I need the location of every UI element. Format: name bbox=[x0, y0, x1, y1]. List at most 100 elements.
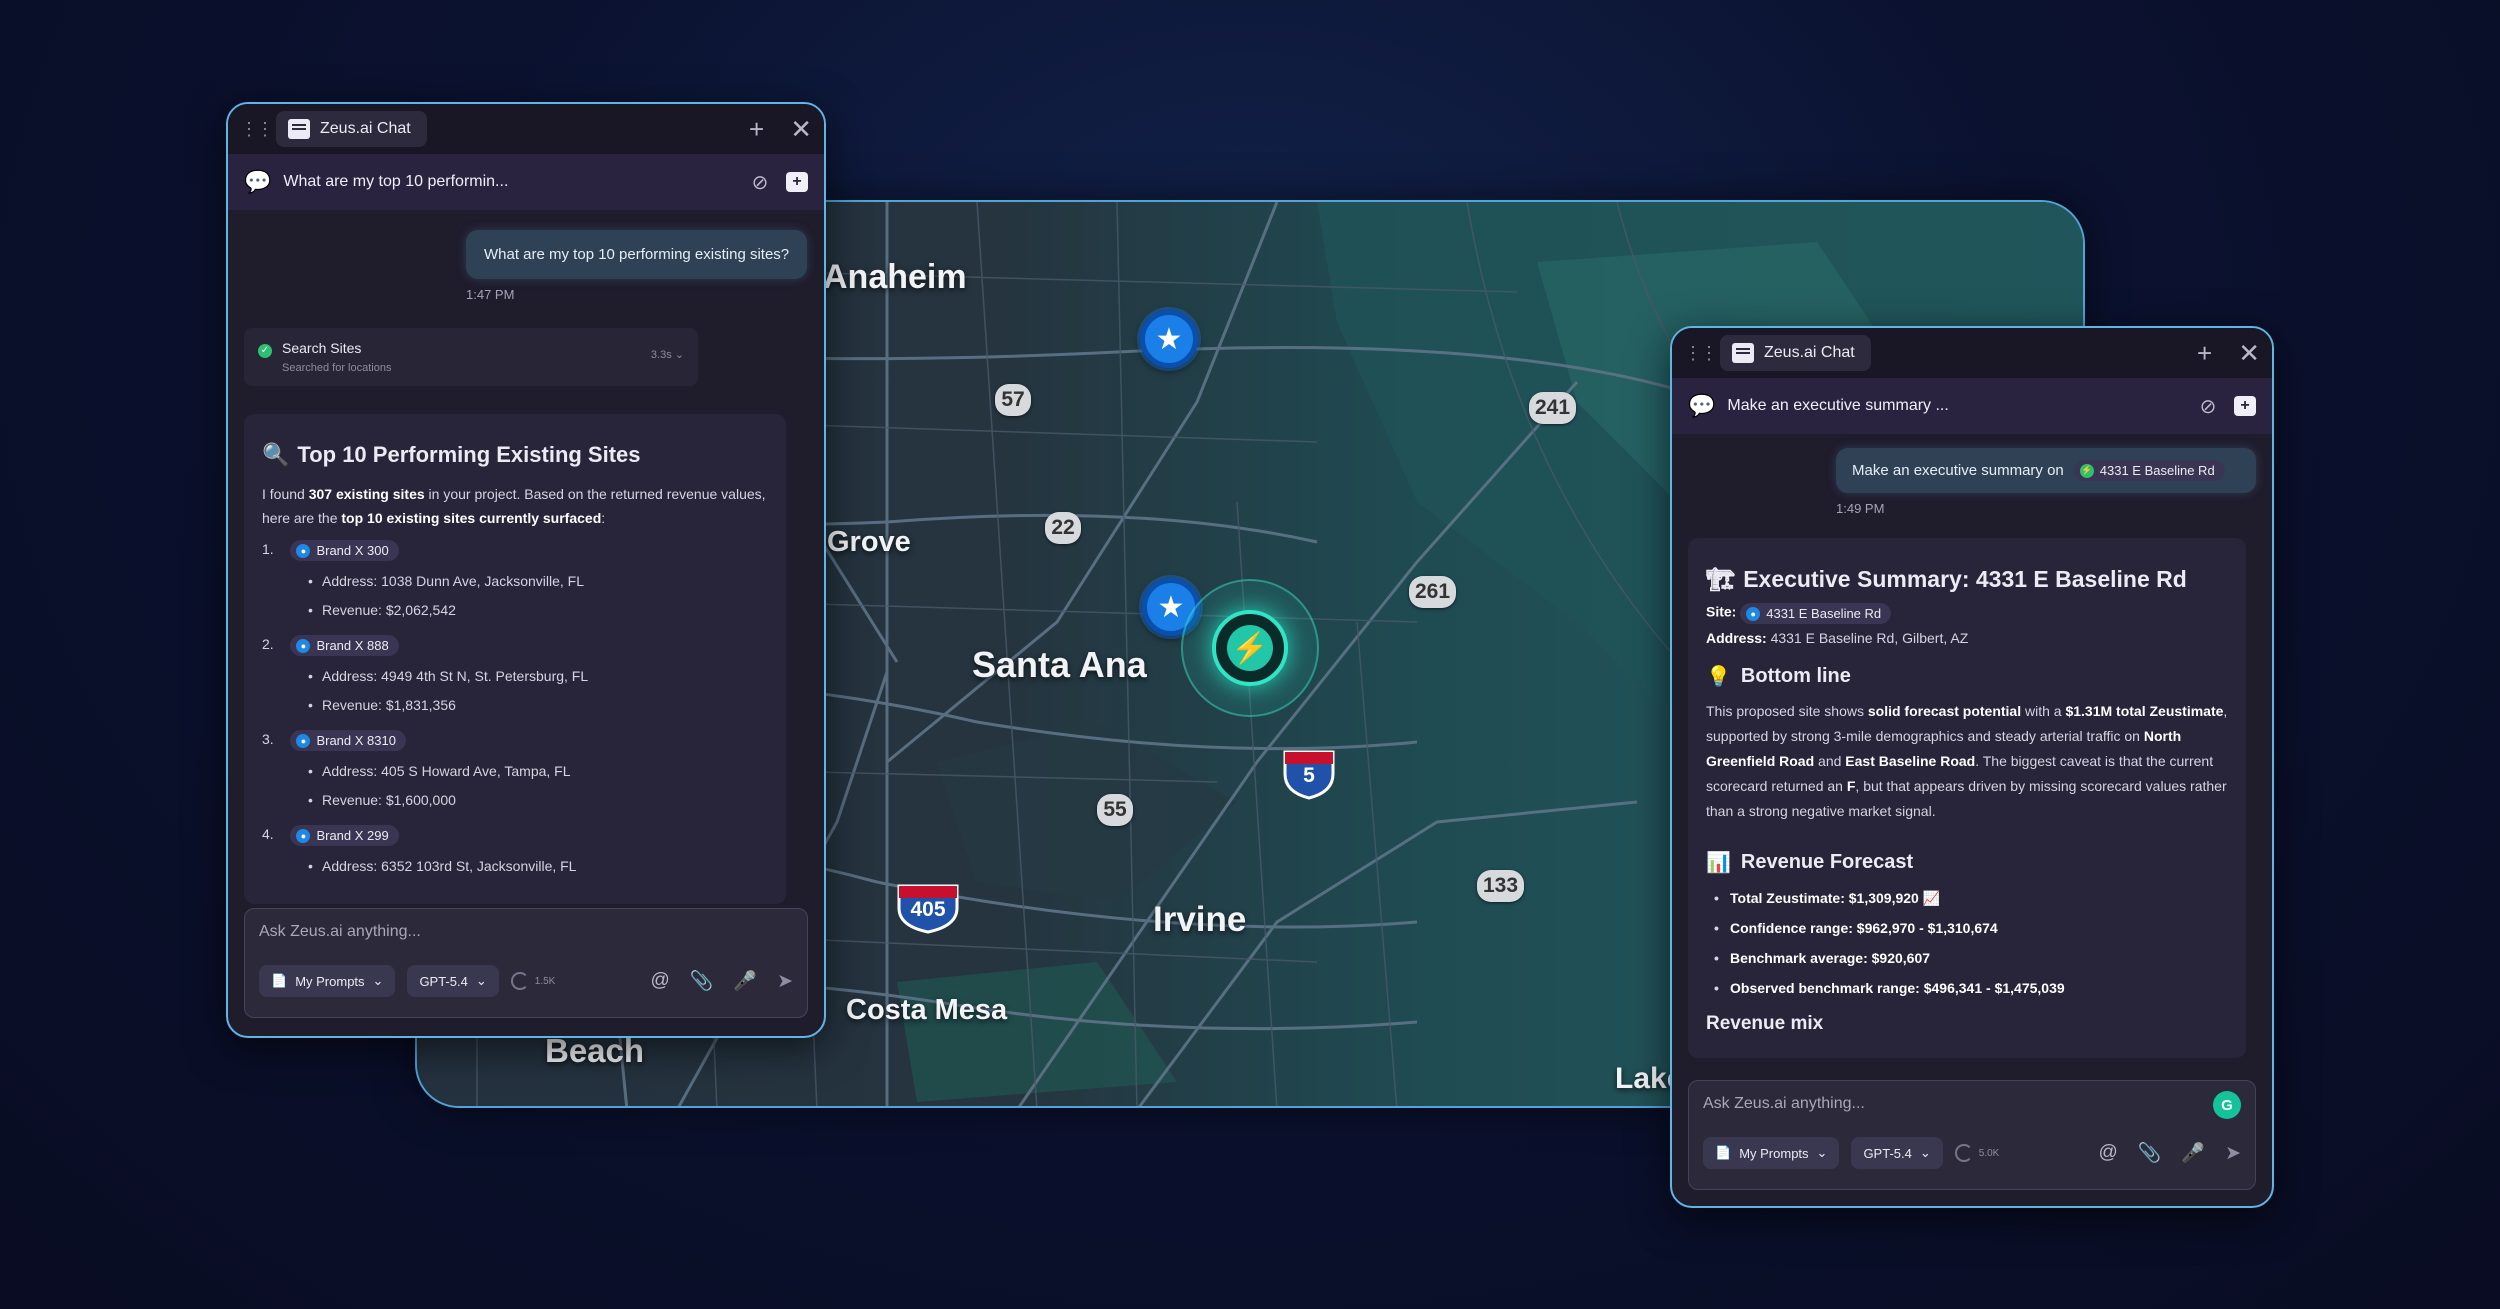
city-label-irvine: Irvine bbox=[1153, 900, 1247, 939]
attach-icon[interactable]: 📎 bbox=[2138, 1141, 2162, 1165]
assistant-answer: 🔍 Top 10 Performing Existing Sites I foun… bbox=[244, 414, 786, 904]
chevron-down-icon: ⌄ bbox=[1816, 1145, 1828, 1160]
thread-titlebar: 💬 What are my top 10 performin... ⊘ + bbox=[228, 154, 824, 210]
new-tab-button[interactable]: + bbox=[2197, 340, 2212, 366]
city-label-costa-mesa: Costa Mesa bbox=[846, 994, 1008, 1026]
usage-ring-icon bbox=[510, 972, 529, 990]
sites-list: 1. ●Brand X 300 Address: 1038 Dunn Ave, … bbox=[262, 540, 768, 881]
tool-duration: 3.3s bbox=[650, 349, 672, 361]
thread-title: What are my top 10 performin... bbox=[283, 173, 509, 190]
mention-icon[interactable]: @ bbox=[650, 970, 669, 992]
drag-handle-icon[interactable]: ⋮⋮ bbox=[240, 120, 274, 138]
chat-tab-title: Zeus.ai Chat bbox=[1764, 344, 1855, 361]
forecast-list: Total Zeustimate: $1,309,920 📈 Confidenc… bbox=[1706, 883, 2228, 1003]
close-button[interactable]: ✕ bbox=[790, 116, 812, 142]
site-chip[interactable]: ● Brand X 299 bbox=[290, 825, 399, 846]
my-prompts-dropdown[interactable]: 📄 My Prompts ⌄ bbox=[1703, 1137, 1840, 1169]
chat-tab[interactable]: Zeus.ai Chat bbox=[1720, 335, 1871, 371]
chat-tabbar: ⋮⋮ Zeus.ai Chat + ✕ bbox=[1672, 328, 2272, 378]
chat-tab[interactable]: Zeus.ai Chat bbox=[276, 111, 427, 147]
token-usage: 1.5K bbox=[510, 972, 555, 990]
chat-composer: Ask Zeus.ai anything... 📄 My Prompts ⌄ GPT… bbox=[244, 908, 808, 1018]
send-icon[interactable]: ➤ bbox=[2225, 1142, 2241, 1165]
location-icon: ● bbox=[296, 733, 311, 748]
new-chat-button[interactable]: + bbox=[2234, 396, 2256, 416]
tool-call-card[interactable]: ✓ Search Sites Searched for locations 3.… bbox=[244, 328, 698, 386]
thread-title: Make an executive summary ... bbox=[1727, 397, 1949, 414]
mention-icon[interactable]: @ bbox=[2098, 1142, 2117, 1164]
chat-panel-left: ⋮⋮ Zeus.ai Chat + ✕ 💬 What are my top 10… bbox=[226, 102, 826, 1038]
site-chip[interactable]: ● 4331 E Baseline Rd bbox=[1740, 603, 1892, 624]
city-label-grove: Grove bbox=[827, 526, 911, 558]
mic-icon[interactable]: 🎤 bbox=[2181, 1141, 2205, 1165]
star-icon: ★ bbox=[1157, 590, 1185, 624]
route-shield-241: 241 bbox=[1529, 392, 1577, 424]
location-icon: ● bbox=[1746, 606, 1761, 621]
interstate-shield-5: 5 bbox=[1281, 746, 1337, 800]
chat-icon bbox=[288, 119, 310, 139]
message-timestamp: 1:47 PM bbox=[466, 287, 515, 302]
site-star-marker[interactable]: ★ bbox=[1140, 310, 1198, 368]
check-icon: ✓ bbox=[258, 344, 272, 358]
model-selector[interactable]: GPT-5.4 ⌄ bbox=[407, 965, 499, 997]
lightning-icon: ⚡ bbox=[1227, 625, 1273, 671]
address-row: Address: 4331 E Baseline Rd, Gilbert, AZ bbox=[1706, 630, 1969, 646]
list-item: 2. ●Brand X 888 Address: 4949 4th St N, … bbox=[262, 635, 768, 720]
route-shield-133: 133 bbox=[1477, 870, 1525, 902]
attach-icon[interactable]: 📎 bbox=[690, 969, 714, 993]
chat-panel-right: ⋮⋮ Zeus.ai Chat + ✕ 💬 Make an executive … bbox=[1670, 326, 2274, 1208]
list-item: 4. ●Brand X 299 Address: 6352 103rd St, … bbox=[262, 825, 768, 881]
hide-map-icon[interactable]: ⊘ bbox=[746, 168, 774, 196]
my-prompts-dropdown[interactable]: 📄 My Prompts ⌄ bbox=[259, 965, 396, 997]
list-item: Observed benchmark range: $496,341 - $1,… bbox=[1706, 973, 2228, 1003]
tool-name: Search Sites bbox=[282, 340, 362, 356]
close-button[interactable]: ✕ bbox=[2238, 340, 2260, 366]
revenue-mix-heading: Revenue mix bbox=[1706, 1013, 1824, 1034]
star-icon: ★ bbox=[1155, 322, 1183, 356]
lightbulb-icon: 💡 bbox=[1706, 666, 1731, 688]
site-chip[interactable]: ⚡ 4331 E Baseline Rd bbox=[2073, 460, 2225, 481]
route-shield-261: 261 bbox=[1409, 576, 1457, 608]
city-label-santa-ana: Santa Ana bbox=[972, 644, 1147, 685]
chevron-down-icon: ⌄ bbox=[1919, 1145, 1931, 1160]
bottom-line-text: This proposed site shows solid forecast … bbox=[1706, 703, 2228, 819]
list-item: Confidence range: $962,970 - $1,310,674 bbox=[1706, 913, 2228, 943]
chat-input[interactable]: Ask Zeus.ai anything... bbox=[1703, 1095, 2241, 1123]
revenue-forecast-heading: Revenue Forecast bbox=[1740, 851, 1914, 873]
route-shield-22: 22 bbox=[1045, 512, 1081, 544]
new-chat-button[interactable]: + bbox=[786, 172, 808, 192]
bar-chart-icon: 📊 bbox=[1706, 852, 1731, 874]
site-chip[interactable]: ● Brand X 300 bbox=[290, 540, 399, 561]
mic-icon[interactable]: 🎤 bbox=[733, 969, 757, 993]
send-icon[interactable]: ➤ bbox=[777, 970, 793, 993]
model-selector[interactable]: GPT-5.4 ⌄ bbox=[1851, 1137, 1943, 1169]
route-shield-55: 55 bbox=[1097, 794, 1133, 826]
hide-map-icon[interactable]: ⊘ bbox=[2194, 392, 2222, 420]
drag-handle-icon[interactable]: ⋮⋮ bbox=[1684, 344, 1718, 362]
site-chip[interactable]: ● Brand X 888 bbox=[290, 635, 399, 656]
grammarly-icon[interactable]: G bbox=[2213, 1091, 2241, 1119]
list-item: Benchmark average: $920,607 bbox=[1706, 943, 2228, 973]
chevron-down-icon: ⌄ bbox=[475, 973, 487, 988]
proposed-site-marker[interactable]: ⚡ bbox=[1181, 579, 1319, 717]
usage-ring-icon bbox=[1954, 1144, 1973, 1162]
answer-heading: Top 10 Performing Existing Sites bbox=[297, 442, 641, 467]
list-item: 3. ●Brand X 8310 Address: 405 S Howard A… bbox=[262, 730, 768, 815]
new-tab-button[interactable]: + bbox=[749, 116, 764, 142]
chat-tabbar: ⋮⋮ Zeus.ai Chat + ✕ bbox=[228, 104, 824, 154]
token-usage: 5.0K bbox=[1954, 1144, 1999, 1162]
answer-heading: Executive Summary: 4331 E Baseline Rd bbox=[1743, 566, 2187, 592]
conversations-icon: 💬 bbox=[244, 169, 272, 194]
lightning-icon: ⚡ bbox=[2079, 463, 2094, 478]
chevron-down-icon: ⌄ bbox=[674, 349, 684, 361]
list-item: 1. ●Brand X 300 Address: 1038 Dunn Ave, … bbox=[262, 540, 768, 625]
thread-titlebar: 💬 Make an executive summary ... ⊘ + bbox=[1672, 378, 2272, 434]
user-message: What are my top 10 performing existing s… bbox=[466, 230, 808, 279]
site-chip[interactable]: ● Brand X 8310 bbox=[290, 730, 406, 751]
city-label-anaheim: Anaheim bbox=[823, 258, 967, 296]
bottom-line-heading: Bottom line bbox=[1740, 665, 1851, 687]
answer-intro: I found 307 existing sites in your proje… bbox=[262, 486, 766, 526]
message-timestamp: 1:49 PM bbox=[1836, 501, 1885, 516]
chat-input[interactable]: Ask Zeus.ai anything... bbox=[259, 923, 793, 951]
conversations-icon: 💬 bbox=[1688, 393, 1716, 418]
